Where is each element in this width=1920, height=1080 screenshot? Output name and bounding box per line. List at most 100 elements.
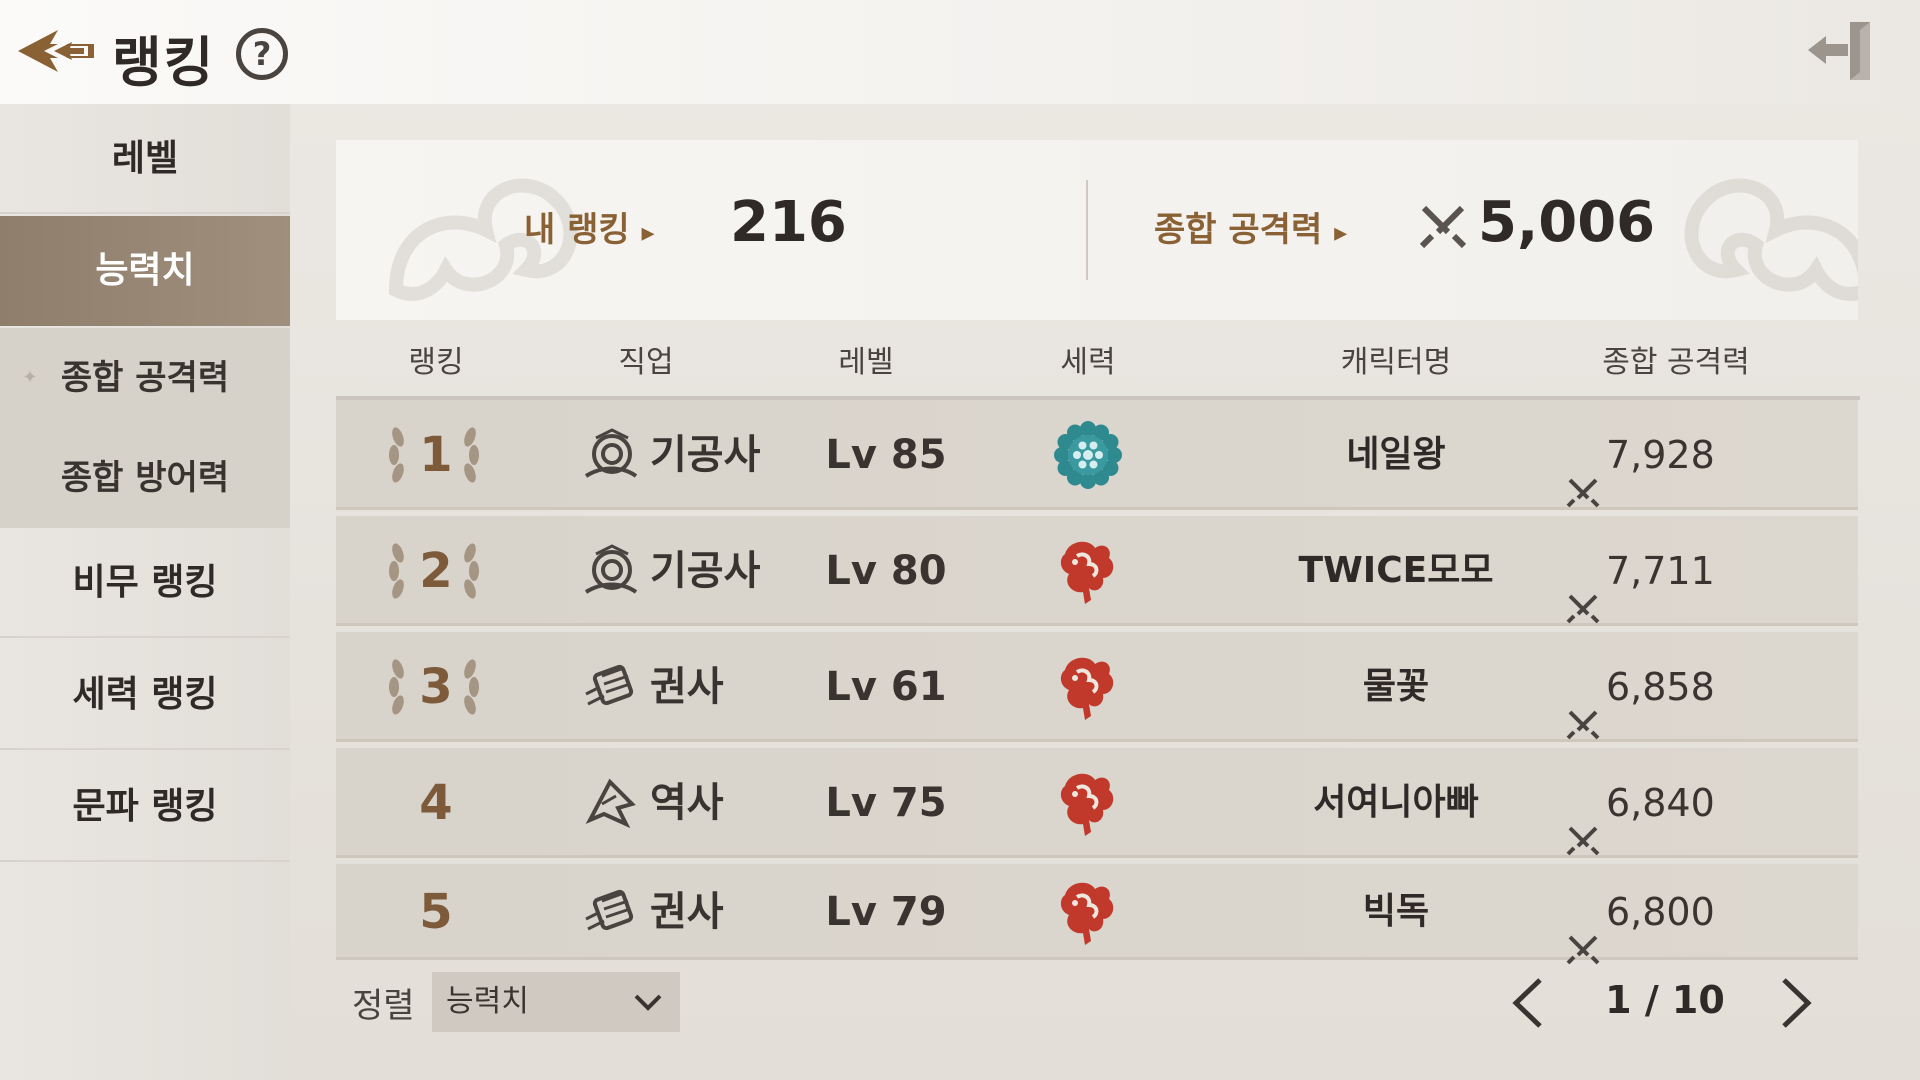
- sidebar-item-guild-ranking[interactable]: 문파 랭킹: [0, 752, 290, 862]
- column-header-total-attack: 종합 공격력: [1602, 345, 1750, 380]
- power-cell: 6,858: [1566, 632, 1806, 742]
- divider: [1086, 180, 1088, 280]
- my-rank-value: 216: [730, 190, 847, 255]
- chevron-right-icon: ▸: [641, 218, 655, 248]
- laurel-icon: [384, 533, 484, 609]
- prev-page-button[interactable]: [1502, 974, 1552, 1032]
- power-cell: 7,711: [1566, 516, 1806, 626]
- job-cell: 권사: [582, 864, 782, 960]
- sidebar-item-level[interactable]: 레벨: [0, 104, 290, 214]
- sidebar-item-duel-ranking[interactable]: 비무 랭킹: [0, 528, 290, 638]
- page-title: 랭킹: [112, 31, 216, 94]
- job-name: 기공사: [650, 548, 761, 594]
- exit-icon: [1808, 22, 1870, 80]
- next-page-button[interactable]: [1772, 974, 1822, 1032]
- red-dragon-faction-icon: [1048, 748, 1128, 858]
- table-row[interactable]: 2 기공사 Lv 80 TWICE모모 7,711: [336, 516, 1858, 626]
- column-header-level: 레벨: [838, 345, 894, 380]
- character-name[interactable]: TWICE모모: [1216, 516, 1576, 626]
- sidebar-subitem-total-defense[interactable]: 종합 방어력: [0, 428, 290, 528]
- power-value: 7,711: [1606, 549, 1715, 593]
- red-dragon-faction-icon: [1048, 632, 1128, 742]
- top-bar: 랭킹 ?: [0, 0, 1920, 104]
- rank-cell: 1: [336, 400, 536, 510]
- rank-cell: 5: [336, 864, 536, 960]
- laurel-icon: [384, 649, 484, 725]
- page-indicator: 1 / 10: [1605, 978, 1725, 1022]
- column-header-rank: 랭킹: [408, 345, 464, 380]
- power-value: 7,928: [1606, 433, 1715, 477]
- red-dragon-faction-icon: [1048, 516, 1128, 626]
- my-rank-link[interactable]: 내 랭킹 ▸: [524, 202, 655, 251]
- back-arrow-icon: [18, 30, 94, 72]
- sidebar-item-faction-ranking[interactable]: 세력 랭킹: [0, 640, 290, 750]
- character-name[interactable]: 서여니아빠: [1216, 748, 1576, 858]
- table-header: 랭킹 직업 레벨 세력 캐릭터명 종합 공격력: [336, 330, 1858, 396]
- power-value: 6,840: [1606, 781, 1715, 825]
- character-name[interactable]: 빅독: [1216, 864, 1576, 960]
- character-name[interactable]: 물꽃: [1216, 632, 1576, 742]
- power-cell: 7,928: [1566, 400, 1806, 510]
- rank-cell: 2: [336, 516, 536, 626]
- sidebar-item-stats[interactable]: 능력치: [0, 216, 290, 326]
- rank-cell: 4: [336, 748, 536, 858]
- red-dragon-faction-icon: [1048, 864, 1128, 960]
- level-cell: Lv 75: [825, 780, 947, 826]
- laurel-icon: [384, 417, 484, 493]
- job-cell: 역사: [582, 748, 782, 858]
- level-cell: Lv 61: [825, 664, 947, 710]
- chevron-left-icon: [1512, 978, 1542, 1028]
- rank-number: 5: [419, 884, 453, 940]
- job-name: 역사: [650, 780, 724, 826]
- table-row[interactable]: 1 기공사 Lv 85 네일왕 7,928: [336, 400, 1858, 510]
- table-row[interactable]: 3 권사 Lv 61 물꽃 6,858: [336, 632, 1858, 742]
- column-header-job: 직업: [618, 345, 674, 380]
- job-cell: 권사: [582, 632, 782, 742]
- column-header-character-name: 캐릭터명: [1340, 345, 1452, 380]
- level-cell: Lv 80: [825, 548, 947, 594]
- job-cell: 기공사: [582, 400, 782, 510]
- sort-dropdown[interactable]: 능력치: [432, 972, 680, 1032]
- power-value: 6,800: [1606, 890, 1715, 934]
- rank-cell: 3: [336, 632, 536, 742]
- job-name: 권사: [650, 889, 724, 935]
- character-name[interactable]: 네일왕: [1216, 400, 1576, 510]
- back-button[interactable]: [14, 22, 98, 80]
- my-rank-label: 내 랭킹: [524, 210, 630, 250]
- rank-number: 4: [419, 775, 453, 831]
- total-attack-value: 5,006: [1478, 190, 1656, 255]
- power-cell: 6,840: [1566, 748, 1806, 858]
- job-name: 기공사: [650, 432, 761, 478]
- sort-label: 정렬: [352, 986, 415, 1026]
- chevron-right-icon: ▸: [1334, 218, 1348, 248]
- column-header-faction: 세력: [1060, 345, 1116, 380]
- level-cell: Lv 79: [825, 889, 947, 935]
- selected-marker-icon: ✦: [22, 367, 38, 388]
- job-name: 권사: [650, 664, 724, 710]
- table-row[interactable]: 5 권사 Lv 79 빅독 6,800: [336, 864, 1858, 965]
- power-cell: 6,800: [1566, 864, 1806, 965]
- job-cell: 기공사: [582, 516, 782, 626]
- sidebar-subitem-total-attack[interactable]: ✦ 종합 공격력: [0, 328, 290, 428]
- power-value: 6,858: [1606, 665, 1715, 709]
- gigongsa-icon: [582, 542, 640, 600]
- yeoksa-icon: [582, 774, 640, 832]
- table-row[interactable]: 4 역사 Lv 75 서여니아빠 6,840: [336, 748, 1858, 858]
- sidebar-submenu: ✦ 종합 공격력 종합 방어력: [0, 328, 290, 528]
- total-attack-link[interactable]: 종합 공격력 ▸: [1154, 202, 1347, 251]
- sort-dropdown-value: 능력치: [446, 984, 529, 1019]
- level-cell: Lv 85: [825, 432, 947, 478]
- cloud-ornament-icon: [1684, 178, 1858, 301]
- help-icon[interactable]: ?: [236, 28, 288, 80]
- gigongsa-icon: [582, 426, 640, 484]
- sidebar-subitem-label: 종합 공격력: [60, 358, 230, 398]
- chevron-down-icon: [634, 994, 662, 1011]
- sidebar: 레벨 능력치 ✦ 종합 공격력 종합 방어력 비무 랭킹 세력 랭킹 문파 랭킹: [0, 104, 290, 1080]
- total-attack-label: 종합 공격력: [1154, 210, 1323, 250]
- blue-flower-faction-icon: [1048, 400, 1128, 510]
- gwonsa-icon: [582, 883, 640, 941]
- crossed-swords-icon: [1419, 205, 1467, 249]
- my-rank-panel: 내 랭킹 ▸ 216 종합 공격력 ▸ 5,006: [336, 140, 1858, 320]
- gwonsa-icon: [582, 658, 640, 716]
- exit-button[interactable]: [1804, 18, 1876, 84]
